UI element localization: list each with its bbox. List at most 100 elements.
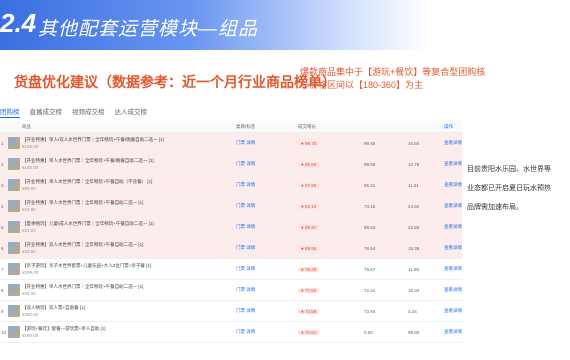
table-row[interactable]: 10 【游玩+餐饮】套餐—游玩票+单人自助 [1] ¥180.00 门票 详情 ● 70…	[0, 322, 462, 343]
rank-number: 10	[1, 329, 7, 335]
rank-number: 7	[1, 266, 4, 272]
product-name[interactable]: 【夏季畅玩】儿童/成人水世界门票｜全年畅玩+午餐自助二选一 [1]	[22, 221, 236, 227]
tab-creator[interactable]: 达人成交榜	[115, 104, 148, 118]
metric-value-2: 4.16	[408, 308, 417, 314]
metric-value-1: 0.00	[364, 329, 373, 335]
growth-badge: ● 82.10	[298, 203, 320, 209]
growth-badge: ● 70.01	[298, 329, 320, 335]
table-body: 1 【开业特惠】单人/双人水世界门票｜全年畅玩+午餐/晚餐自助二选一 [1] ¥18…	[0, 133, 462, 343]
product-price: ¥19.90	[22, 207, 36, 212]
product-image	[8, 326, 20, 338]
table-row[interactable]: 4 【开业特惠】单人水世界门票｜全年畅玩+午餐自助二选一 [1] ¥19.90 门票 …	[0, 196, 462, 217]
metric-value-2: 15.38	[408, 245, 420, 251]
growth-badge: ● 99.75	[298, 140, 320, 146]
ranking-table: 商品 类目/标签 成交增长 操作 1 【开业特惠】单人/双人水世界门票｜全年畅玩+…	[0, 121, 462, 343]
tab-group-buy[interactable]: 团购榜	[0, 104, 20, 118]
growth-cell: ● 97.99	[298, 182, 364, 188]
category-tag: 门票 详情	[236, 329, 256, 334]
details-link[interactable]: 查看详情	[444, 329, 462, 335]
growth-cell: ● 82.10	[298, 203, 364, 209]
tab-live[interactable]: 直播成交榜	[30, 104, 63, 118]
product-image	[8, 242, 20, 254]
section-title: 货盘优化建议（数据参考：近一个月行业商品榜单）	[14, 74, 336, 90]
table-row[interactable]: 6 【开业特惠】双人水世界门票｜全年畅玩+午餐自助二选一 [1] ¥29.90 门票 …	[0, 238, 462, 259]
table-row[interactable]: 1 【开业特惠】单人/双人水世界门票｜全年畅玩+午餐/晚餐自助二选一 [1] ¥18…	[0, 133, 462, 154]
metric-value-2: 18.34	[408, 287, 420, 293]
product-name[interactable]: 【开业特惠】单人水世界门票｜全年畅玩+午餐自助二选一 [1]	[22, 284, 236, 290]
header-growth: 成交增长	[298, 123, 316, 129]
side-line: 业态都已开启夏日玩水预热	[467, 185, 551, 192]
product-name[interactable]: 【开业特惠】双人水世界门票｜全年畅玩+午餐自助二选一 [1]	[22, 242, 236, 248]
product-thumbnail	[8, 263, 22, 275]
details-link[interactable]: 查看详情	[444, 245, 462, 251]
product-name[interactable]: 【开业特惠】单人水世界门票｜全年畅玩+午餐自助（不含餐） [1]	[22, 179, 236, 185]
metric-value-1: 79.67	[364, 266, 376, 272]
details-link[interactable]: 查看详情	[444, 203, 462, 209]
metric-value-1: 89.53	[364, 224, 376, 230]
product-thumbnail	[8, 221, 22, 233]
category-tag: 门票 详情	[236, 161, 256, 166]
header-product: 商品	[22, 123, 31, 129]
product-name[interactable]: 【开业特惠】单人水世界门票｜全年畅玩+午餐自助二选一 [1]	[22, 200, 236, 206]
table-row[interactable]: 3 【开业特惠】单人水世界门票｜全年畅玩+午餐自助（不含餐） [1] ¥99.00 门…	[0, 175, 462, 196]
tab-video[interactable]: 视频成交榜	[72, 104, 105, 118]
product-name[interactable]: 【游玩+餐饮】套餐—游玩票+单人自助 [1]	[22, 326, 236, 332]
details-link[interactable]: 查看详情	[444, 308, 462, 314]
side-line: 目前贵阳水乐园、水世界等	[467, 166, 551, 173]
product-thumbnail	[8, 200, 22, 212]
product-image	[8, 263, 20, 275]
metric-value-2: 12.79	[408, 161, 420, 167]
growth-cell: ● 78.28	[298, 266, 364, 272]
details-link[interactable]: 查看详情	[444, 182, 462, 188]
product-cell: 【夏季畅玩】儿童/成人水世界门票｜全年畅玩+午餐自助二选一 [1] ¥23.00	[22, 221, 236, 233]
metric-value-1: 73.18	[364, 203, 376, 209]
product-price: ¥299.00	[22, 270, 39, 275]
product-cell: 【双人畅玩】双人票+自助餐 [1] ¥360.00	[22, 305, 236, 317]
metric-value-1: 78.54	[364, 245, 376, 251]
table-row[interactable]: 7 【亲子游玩】亲子水世界套票+儿童乐园+大人2位门票+亲子餐 [1] ¥299.0…	[0, 259, 462, 280]
product-price: ¥99.00	[22, 186, 36, 191]
details-link[interactable]: 查看详情	[444, 140, 462, 146]
product-image	[8, 221, 20, 233]
growth-cell: ● 99.75	[298, 140, 364, 146]
table-row[interactable]: 2 【开业特惠】单人水世界门票｜全年畅玩+午餐/晚餐自助二选一 [1] ¥189.0…	[0, 154, 462, 175]
growth-cell: ● 99.66	[298, 161, 364, 167]
product-name[interactable]: 【开业特惠】单人水世界门票｜全年畅玩+午餐/晚餐自助二选一 [1]	[22, 158, 236, 164]
metric-value-2: 22.80	[408, 224, 420, 230]
category-tag: 门票 详情	[236, 182, 256, 187]
product-cell: 【开业特惠】单人水世界门票｜全年畅玩+午餐/晚餐自助二选一 [1] ¥189.00	[22, 158, 236, 170]
category-tag: 门票 详情	[236, 308, 256, 313]
category-tag: 门票 详情	[236, 287, 256, 292]
growth-badge: ● 89.55	[298, 245, 320, 251]
product-image	[8, 200, 20, 212]
product-cell: 【亲子游玩】亲子水世界套票+儿童乐园+大人2位门票+亲子餐 [1] ¥299.00	[22, 263, 236, 275]
tab-bar: 团购榜 直播成交榜 视频成交榜 达人成交榜	[0, 104, 147, 118]
product-name[interactable]: 【双人畅玩】双人票+自助餐 [1]	[22, 305, 236, 311]
table-row[interactable]: 5 【夏季畅玩】儿童/成人水世界门票｜全年畅玩+午餐自助二选一 [1] ¥23.00…	[0, 217, 462, 238]
details-link[interactable]: 查看详情	[444, 266, 462, 272]
product-name[interactable]: 【亲子游玩】亲子水世界套票+儿童乐园+大人2位门票+亲子餐 [1]	[22, 263, 236, 269]
product-name[interactable]: 【开业特惠】单人/双人水世界门票｜全年畅玩+午餐/晚餐自助二选一 [1]	[22, 137, 236, 143]
details-link[interactable]: 查看详情	[444, 224, 462, 230]
section-number: 2.4	[0, 8, 37, 38]
product-thumbnail	[8, 326, 22, 338]
product-thumbnail	[8, 158, 22, 170]
rank-number: 5	[1, 224, 4, 230]
growth-badge: ● 77.60	[298, 287, 320, 293]
table-row[interactable]: 8 【开业特惠】单人水世界门票｜全年畅玩+午餐自助二选一 [1] ¥49.00 门票 …	[0, 280, 462, 301]
header-banner: 2.4 其他配套运营模块—组品	[0, 0, 430, 50]
product-image	[8, 179, 20, 191]
growth-cell: ● 70.01	[298, 329, 364, 335]
product-price: ¥180.00	[22, 333, 39, 338]
details-link[interactable]: 查看详情	[444, 287, 462, 293]
metric-value-1: 99.56	[364, 161, 376, 167]
rank-number: 6	[1, 245, 4, 251]
table-row[interactable]: 9 【双人畅玩】双人票+自助餐 [1] ¥360.00 门票 详情 ● 74.58 73.…	[0, 301, 462, 322]
product-thumbnail	[8, 242, 22, 254]
product-thumbnail	[8, 179, 22, 191]
details-link[interactable]: 查看详情	[444, 161, 462, 167]
metric-value-1: 99.65	[364, 140, 376, 146]
growth-badge: ● 99.66	[298, 161, 320, 167]
product-thumbnail	[8, 284, 22, 296]
rank-number: 2	[1, 161, 4, 167]
